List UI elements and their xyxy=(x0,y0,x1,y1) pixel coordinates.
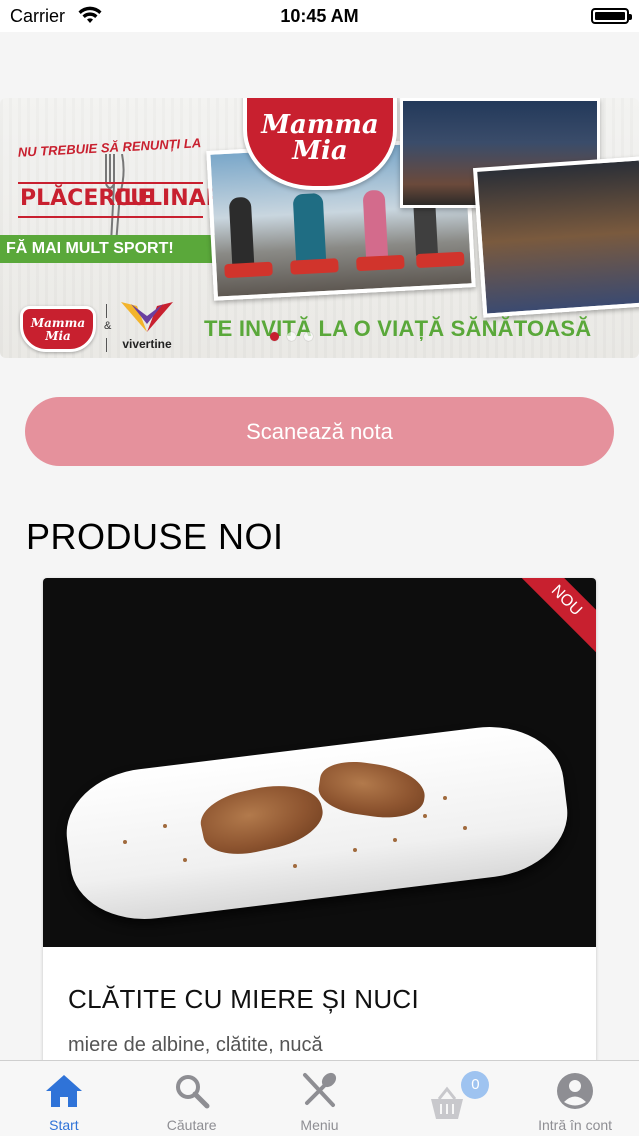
section-title: PRODUSE NOI xyxy=(26,516,284,557)
search-icon xyxy=(175,1075,210,1109)
divider xyxy=(106,338,107,352)
account-icon xyxy=(557,1073,594,1109)
status-bar: Carrier 10:45 AM xyxy=(0,0,639,32)
vivertine-logo: vivertine xyxy=(115,300,179,354)
tab-cart[interactable]: 0 xyxy=(383,1061,511,1136)
product-card[interactable]: NOU CLĂTITE CU MIERE ȘI NUCI miere de al… xyxy=(43,578,596,1098)
cart-count-badge: 0 xyxy=(461,1071,490,1099)
carousel-dots xyxy=(270,332,313,341)
tab-bar: Start Căutare Meniu 0 Intră în cont xyxy=(0,1060,639,1136)
vivertine-mark-icon xyxy=(121,302,173,332)
product-title: CLĂTITE CU MIERE ȘI NUCI xyxy=(68,984,420,1014)
tab-menu[interactable]: Meniu xyxy=(256,1061,384,1136)
carousel-dot-2[interactable] xyxy=(287,332,296,341)
tab-label: Start xyxy=(49,1117,79,1133)
promo-banner[interactable]: NU TREBUIE SĂ RENUNȚI LA PLĂCERILE CULIN… xyxy=(0,98,639,358)
divider xyxy=(106,304,107,318)
clock: 10:45 AM xyxy=(280,6,359,26)
vivertine-name: vivertine xyxy=(122,337,172,351)
battery-icon xyxy=(591,8,632,24)
tab-label: Intră în cont xyxy=(538,1117,613,1133)
tab-start[interactable]: Start xyxy=(0,1061,128,1136)
banner-headline-main: PLĂCERILE CULINARE xyxy=(18,182,238,218)
tab-label: Căutare xyxy=(166,1117,217,1133)
home-icon xyxy=(45,1075,82,1107)
tab-search[interactable]: Căutare xyxy=(128,1061,256,1136)
mamma-mia-small-logo: Mamma Mia xyxy=(20,306,96,352)
cutlery-icon xyxy=(303,1072,337,1107)
banner-slogan: TE INVITĂ LA O VIAȚĂ SĂNĂTOASĂ xyxy=(204,316,592,341)
basket-icon xyxy=(431,1086,464,1119)
product-image: NOU xyxy=(43,578,596,947)
tab-label: Meniu xyxy=(300,1117,339,1133)
new-badge: NOU xyxy=(505,578,596,662)
banner-sport-bar: FĂ MAI MULT SPORT! xyxy=(0,235,217,263)
carousel-dot-3[interactable] xyxy=(304,332,313,341)
tab-account[interactable]: Intră în cont xyxy=(511,1061,639,1136)
ampersand: & xyxy=(104,320,112,332)
scan-receipt-button[interactable]: Scanează nota xyxy=(25,397,614,466)
product-description: miere de albine, clătite, nucă xyxy=(68,1034,323,1056)
restaurant-photo-2 xyxy=(472,156,639,318)
carousel-dot-1[interactable] xyxy=(270,332,279,341)
